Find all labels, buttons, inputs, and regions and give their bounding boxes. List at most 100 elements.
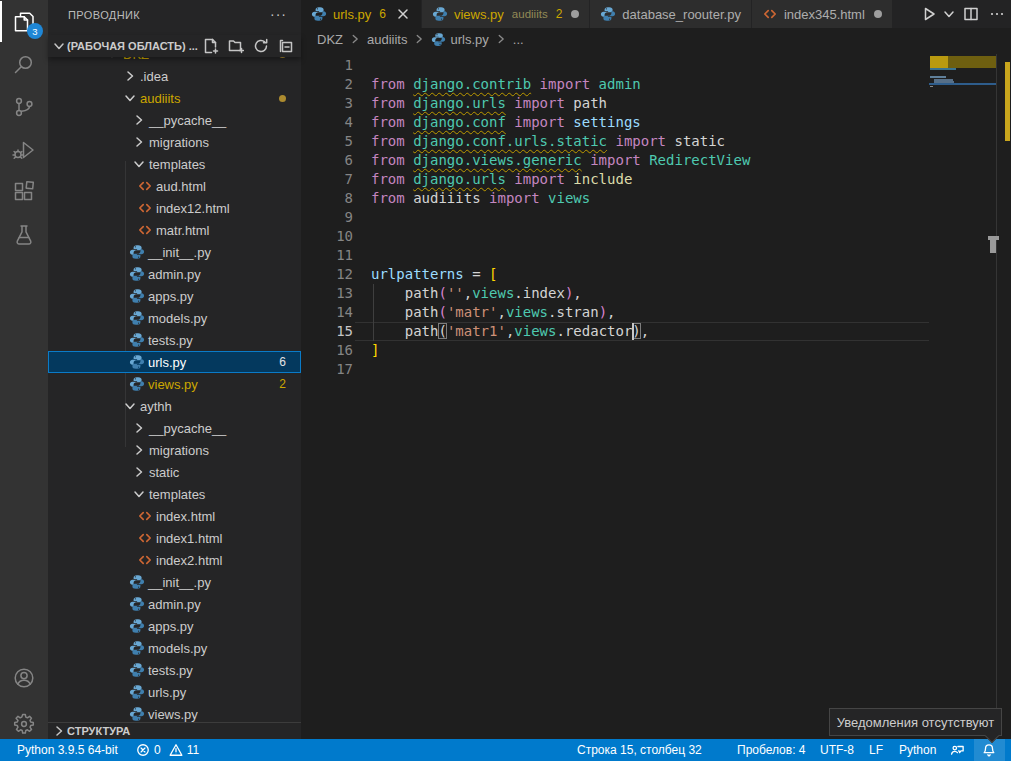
statusbar-language-mode[interactable]: Python [899,739,936,761]
tree-item-label: aud.html [156,179,206,194]
run-dropdown-button[interactable] [941,6,953,22]
tree-item-tests.py[interactable]: tests.py [48,659,301,681]
statusbar-interpreter[interactable]: Python 3.9.5 64-bit [17,739,118,761]
tree-item-views.py[interactable]: views.py [48,703,301,722]
activitybar-badge: 3 [27,23,43,39]
activitybar-search[interactable] [0,43,48,86]
tree-item-label: .idea [140,69,168,84]
python-file-icon [432,6,448,22]
tab-description: audiiits [512,8,548,20]
tree-item-matr.html[interactable]: matr.html [48,219,301,241]
close-icon[interactable] [395,6,411,22]
tree-item-label: __pycache__ [149,113,226,128]
chevron-right-icon [131,134,147,150]
modified-dot[interactable] [874,10,882,18]
split-editor-button[interactable] [963,6,979,22]
activitybar-testing[interactable] [0,214,48,257]
tree-item-templates[interactable]: templates [48,153,301,175]
chevron-right-icon [131,112,147,128]
tab-label: index345.html [784,7,865,22]
python-file-icon [311,6,327,22]
statusbar-notifications[interactable] [982,739,997,761]
modified-dot [279,95,286,102]
chevron-down-icon [122,398,138,414]
tree-item-models.py[interactable]: models.py [48,637,301,659]
breadcrumb-item[interactable]: ... [513,32,524,47]
tree-item-label: views.py [148,377,198,392]
tree-item-index2.html[interactable]: index2.html [48,549,301,571]
tree-item-aythh[interactable]: aythh [48,395,301,417]
tree-item-views.py[interactable]: views.py2 [48,373,301,395]
tree-item-templates[interactable]: templates [48,483,301,505]
tree-item-label: urls.py [148,685,186,700]
python-file-icon [129,376,145,392]
tree-item-apps.py[interactable]: apps.py [48,615,301,637]
tree-item-__init__.py[interactable]: __init__.py [48,241,301,263]
gear-icon [12,712,36,736]
tree-item-__init__.py[interactable]: __init__.py [48,571,301,593]
breadcrumb-item[interactable]: DKZ [317,32,343,47]
tree-item-migrations[interactable]: migrations [48,131,301,153]
tree-item-__pycache__[interactable]: __pycache__ [48,109,301,131]
tree-item-admin.py[interactable]: admin.py [48,593,301,615]
chevron-right-icon [122,68,138,84]
file-tree: DKZ.ideaaudiiits__pycache__migrationstem… [48,52,301,722]
tree-item-__pycache__[interactable]: __pycache__ [48,417,301,439]
breadcrumb-item[interactable]: urls.py [450,32,488,47]
tree-item-index1.html[interactable]: index1.html [48,527,301,549]
tab-label: database_roouter.py [622,7,741,22]
tree-item-.idea[interactable]: .idea [48,65,301,87]
activitybar-extensions[interactable] [0,171,48,214]
collapse-all-icon[interactable] [278,38,294,54]
outline-section-header[interactable]: СТРУКТУРА [48,722,301,739]
chevron-down-icon [131,486,147,502]
run-button[interactable] [921,6,937,22]
tree-item-admin.py[interactable]: admin.py [48,263,301,285]
tree-item-audiiits[interactable]: audiiits [48,87,301,109]
statusbar-indentation[interactable]: Пробелов: 4 [737,739,806,761]
activitybar-run-debug[interactable] [0,128,48,171]
tab-urls.py[interactable]: urls.py6 [301,0,421,28]
statusbar-cursor-position[interactable]: Строка 15, столбец 32 [577,739,702,761]
tree-item-apps.py[interactable]: apps.py [48,285,301,307]
new-folder-icon[interactable] [228,38,244,54]
sidebar-more-actions-icon[interactable]: ··· [270,6,287,22]
more-actions-button[interactable] [989,6,1005,22]
tree-item-label: admin.py [148,267,201,282]
tree-item-index.html[interactable]: index.html [48,505,301,527]
outline-section-label: СТРУКТУРА [67,725,130,737]
chevron-right-icon [131,442,147,458]
new-file-icon[interactable] [203,38,219,54]
tree-item-aud.html[interactable]: aud.html [48,175,301,197]
activitybar-explorer[interactable]: 3 [0,0,48,43]
statusbar-eol[interactable]: LF [869,739,883,761]
tab-problems-badge: 2 [556,7,563,21]
statusbar-feedback[interactable] [950,739,965,761]
tree-item-label: tests.py [148,333,193,348]
tab-bar: urls.py6views.pyaudiiits2database_rooute… [301,0,1011,28]
activitybar-source-control[interactable] [0,85,48,128]
chevron-down-icon [941,6,953,22]
tree-item-migrations[interactable]: migrations [48,439,301,461]
tree-item-urls.py[interactable]: urls.py6 [48,351,301,373]
tab-views.py[interactable]: views.pyaudiiits2 [422,0,589,28]
tree-item-label: migrations [149,443,209,458]
modified-dot[interactable] [571,10,579,18]
breadcrumb-item[interactable]: audiiits [367,32,407,47]
statusbar-encoding[interactable]: UTF-8 [820,739,854,761]
error-icon [136,743,150,757]
tree-item-label: index.html [156,509,215,524]
tree-item-tests.py[interactable]: tests.py [48,329,301,351]
tree-item-models.py[interactable]: models.py [48,307,301,329]
tree-item-static[interactable]: static [48,461,301,483]
account-icon [12,666,36,690]
tree-item-urls.py[interactable]: urls.py [48,681,301,703]
tree-item-label: tests.py [148,663,193,678]
tree-item-label: migrations [149,135,209,150]
tab-index345.html[interactable]: index345.html [752,0,892,28]
tab-database_roouter.py[interactable]: database_roouter.py [590,0,751,28]
activitybar-account[interactable] [0,656,48,699]
statusbar-problems[interactable]: 011 [136,739,199,761]
tree-item-index12.html[interactable]: index12.html [48,197,301,219]
refresh-icon[interactable] [253,38,269,54]
